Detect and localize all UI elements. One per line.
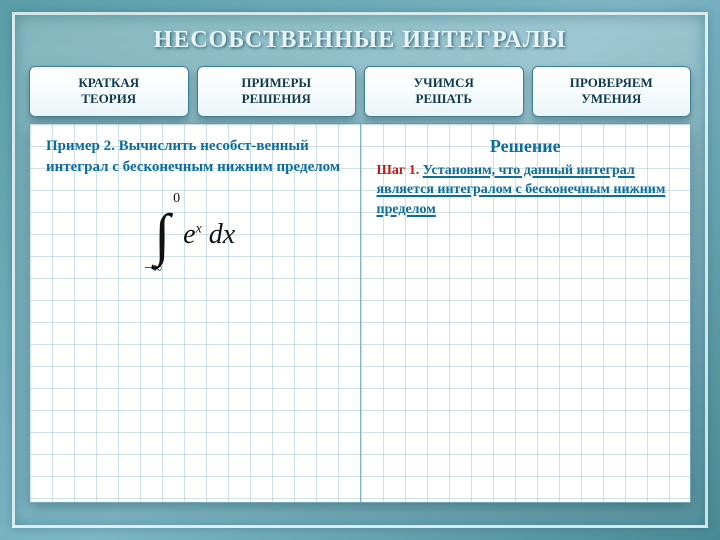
step-label: Шаг 1. <box>377 163 420 178</box>
grid-background <box>30 124 360 502</box>
tab-theory[interactable]: КРАТКАЯТЕОРИЯ <box>29 66 189 117</box>
problem-pane: Пример 2. Вычислить несобст-венный интег… <box>30 124 361 502</box>
solution-step-1: Шаг 1. Установим, что данный интеграл яв… <box>377 161 675 220</box>
integral-upper: 0 <box>173 192 180 206</box>
integral-expression: ∫ 0 −∞ ex dx <box>46 206 344 264</box>
solution-pane: Решение Шаг 1. Установим, что данный инт… <box>361 124 691 502</box>
tab-examples[interactable]: ПРИМЕРЫРЕШЕНИЯ <box>197 66 357 117</box>
integrand-dx: dx <box>202 219 235 250</box>
integrand-base: e <box>183 219 195 250</box>
solution-title: Решение <box>377 136 675 157</box>
tab-bar: КРАТКАЯТЕОРИЯ ПРИМЕРЫРЕШЕНИЯ УЧИМСЯРЕШАТ… <box>29 66 691 117</box>
step-text[interactable]: Установим, что данный интеграл является … <box>377 163 666 217</box>
content-area: Пример 2. Вычислить несобст-венный интег… <box>29 123 691 503</box>
integral-lower: −∞ <box>144 262 162 276</box>
problem-text: Пример 2. Вычислить несобст-венный интег… <box>46 136 344 178</box>
tab-practice[interactable]: УЧИМСЯРЕШАТЬ <box>364 66 524 117</box>
tab-check[interactable]: ПРОВЕРЯЕМУМЕНИЯ <box>532 66 692 117</box>
integral-symbol: ∫ 0 −∞ <box>154 206 170 264</box>
integrand: ex dx <box>183 219 235 251</box>
slide-frame: НЕСОБСТВЕННЫЕ ИНТЕГРАЛЫ КРАТКАЯТЕОРИЯ ПР… <box>12 12 708 528</box>
example-label: Пример 2. <box>46 138 115 154</box>
page-title: НЕСОБСТВЕННЫЕ ИНТЕГРАЛЫ <box>25 27 695 54</box>
